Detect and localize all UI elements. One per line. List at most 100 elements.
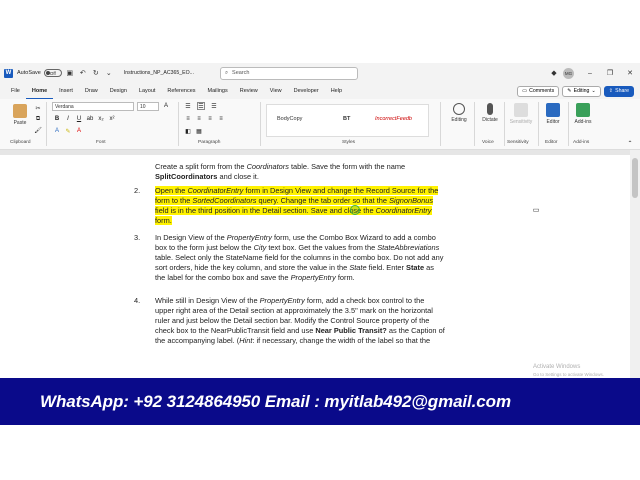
styles-gallery[interactable]: BodyCopy BT IncorrectFeedb [266, 104, 429, 137]
italic-icon[interactable]: I [64, 115, 72, 123]
tab-insert[interactable]: Insert [53, 83, 79, 99]
numbering-icon[interactable]: ☰ [197, 102, 205, 110]
tab-home[interactable]: Home [25, 83, 54, 99]
tab-view[interactable]: View [264, 83, 288, 99]
undo-icon[interactable]: ↶ [78, 68, 88, 78]
grow-font-icon[interactable]: A [162, 102, 170, 110]
tab-draw[interactable]: Draw [79, 83, 104, 99]
font-color-icon[interactable]: A [75, 127, 83, 135]
superscript-icon[interactable]: x² [108, 115, 116, 123]
editor-icon [546, 103, 560, 117]
item4-line5: the accompanying label. (Hint: if necess… [155, 336, 431, 345]
item2-line3: field is in the third position in the De… [155, 206, 432, 215]
font-group-label: Font [96, 140, 106, 145]
paste-icon [13, 104, 27, 118]
item2-line1: Open the CoordinatorEntry form in Design… [155, 186, 439, 195]
comments-label: Comments [529, 88, 555, 94]
font-name-select[interactable]: Verdana [52, 102, 134, 111]
editor-button[interactable]: Editor [540, 103, 566, 125]
addins-icon [576, 103, 590, 117]
item1-line1: Create a split form from the Coordinator… [155, 162, 406, 171]
cut-icon[interactable]: ✂ [34, 104, 42, 112]
save-icon[interactable]: ▣ [65, 68, 75, 78]
ribbon-separator [504, 102, 505, 146]
style-incorrectfeedb[interactable]: IncorrectFeedb [375, 116, 412, 122]
collapse-ribbon-icon[interactable]: ⌃ [626, 139, 634, 147]
item4-number: 4. [134, 296, 141, 305]
strikethrough-icon[interactable]: ab [86, 115, 94, 123]
copy-icon[interactable]: ⧉ [34, 115, 42, 123]
tab-layout[interactable]: Layout [133, 83, 162, 99]
tab-help[interactable]: Help [325, 83, 348, 99]
ribbon-separator [568, 102, 569, 146]
tab-references[interactable]: References [161, 83, 201, 99]
tab-developer[interactable]: Developer [288, 83, 325, 99]
item2-number: 2. [134, 186, 141, 195]
paste-label: Paste [13, 120, 27, 126]
editing-button[interactable]: Editing [446, 103, 472, 123]
autosave-switch[interactable]: Off [43, 69, 62, 77]
item3-line1: In Design View of the PropertyEntry form… [155, 233, 436, 242]
comment-marker-icon[interactable]: ▭ [532, 206, 540, 214]
align-left-icon[interactable]: ≡ [184, 115, 192, 123]
item4-line4: check box to the NearPublicTransit field… [155, 326, 445, 335]
paste-button[interactable]: Paste [8, 104, 32, 126]
bullets-icon[interactable]: ☰ [184, 102, 192, 110]
activate-windows-title: Activate Windows [533, 364, 581, 370]
tab-file[interactable]: File [5, 83, 26, 99]
clipboard-group-label: Clipboard [10, 140, 31, 145]
item3-line2: box to the form just below the City text… [155, 243, 440, 252]
format-painter-icon[interactable]: 🖌 [34, 126, 42, 134]
item3-line4: sort orders, hide the key column, and st… [155, 263, 434, 272]
sensitivity-button[interactable]: Sensitivity [506, 103, 536, 125]
item2-line4: form. [155, 216, 172, 225]
tab-review[interactable]: Review [234, 83, 264, 99]
tab-mailings[interactable]: Mailings [202, 83, 234, 99]
tab-design[interactable]: Design [104, 83, 133, 99]
close-icon[interactable]: ✕ [620, 69, 640, 77]
font-size-select[interactable]: 10 [137, 102, 159, 111]
voice-group-label: Voice [482, 140, 494, 145]
font-size-value: 10 [140, 103, 146, 110]
avatar[interactable]: MG [563, 67, 574, 79]
highlight-icon[interactable]: ✎ [64, 127, 72, 135]
borders-icon[interactable]: ▦ [195, 127, 203, 135]
scrollbar-thumb[interactable] [632, 158, 638, 198]
find-icon [453, 103, 465, 115]
share-icon: ⇪ [608, 88, 614, 94]
addins-button[interactable]: Add-ins [570, 103, 596, 125]
horizontal-ruler[interactable] [0, 150, 640, 155]
justify-icon[interactable]: ≡ [217, 115, 225, 123]
redo-icon[interactable]: ↻ [91, 68, 101, 78]
vertical-scrollbar[interactable] [630, 150, 640, 378]
align-right-icon[interactable]: ≡ [206, 115, 214, 123]
style-bt[interactable]: BT [343, 116, 350, 122]
font-name-value: Verdana [55, 103, 74, 110]
sensitivity-group-label: Sensitivity [507, 140, 529, 145]
editing-mode-label: Editing [573, 88, 590, 94]
bold-icon[interactable]: B [53, 115, 61, 123]
style-bodycopy[interactable]: BodyCopy [277, 116, 302, 122]
dictate-button[interactable]: Dictate [478, 103, 502, 123]
addins-button-label: Add-ins [574, 119, 592, 125]
customize-toolbar-icon[interactable]: ⌄ [104, 68, 114, 78]
editing-mode-button[interactable]: ✎ Editing ⌄ [562, 85, 601, 97]
shading-icon[interactable]: ◧ [184, 127, 192, 135]
share-button[interactable]: ⇪ Share [603, 85, 634, 97]
multilevel-list-icon[interactable]: ☰ [210, 102, 218, 110]
comments-button[interactable]: ▭ Comments [517, 85, 560, 97]
item3-number: 3. [134, 233, 141, 242]
search-box[interactable]: ⌕ Search [219, 66, 358, 80]
document-page[interactable]: Create a split form from the Coordinator… [0, 150, 640, 378]
text-effects-icon[interactable]: A [53, 127, 61, 135]
minimize-icon[interactable]: – [580, 70, 600, 77]
diamond-icon[interactable]: ◆ [549, 68, 559, 78]
underline-icon[interactable]: U [75, 115, 83, 123]
subscript-icon[interactable]: x₂ [97, 115, 105, 123]
autosave-state: Off [49, 70, 56, 76]
align-center-icon[interactable]: ≡ [195, 115, 203, 123]
restore-icon[interactable]: ❐ [600, 69, 620, 77]
autosave-toggle[interactable]: AutoSave Off [17, 69, 62, 77]
ribbon-tabs: File Home Insert Draw Design Layout Refe… [0, 83, 640, 99]
ribbon-separator [538, 102, 539, 146]
